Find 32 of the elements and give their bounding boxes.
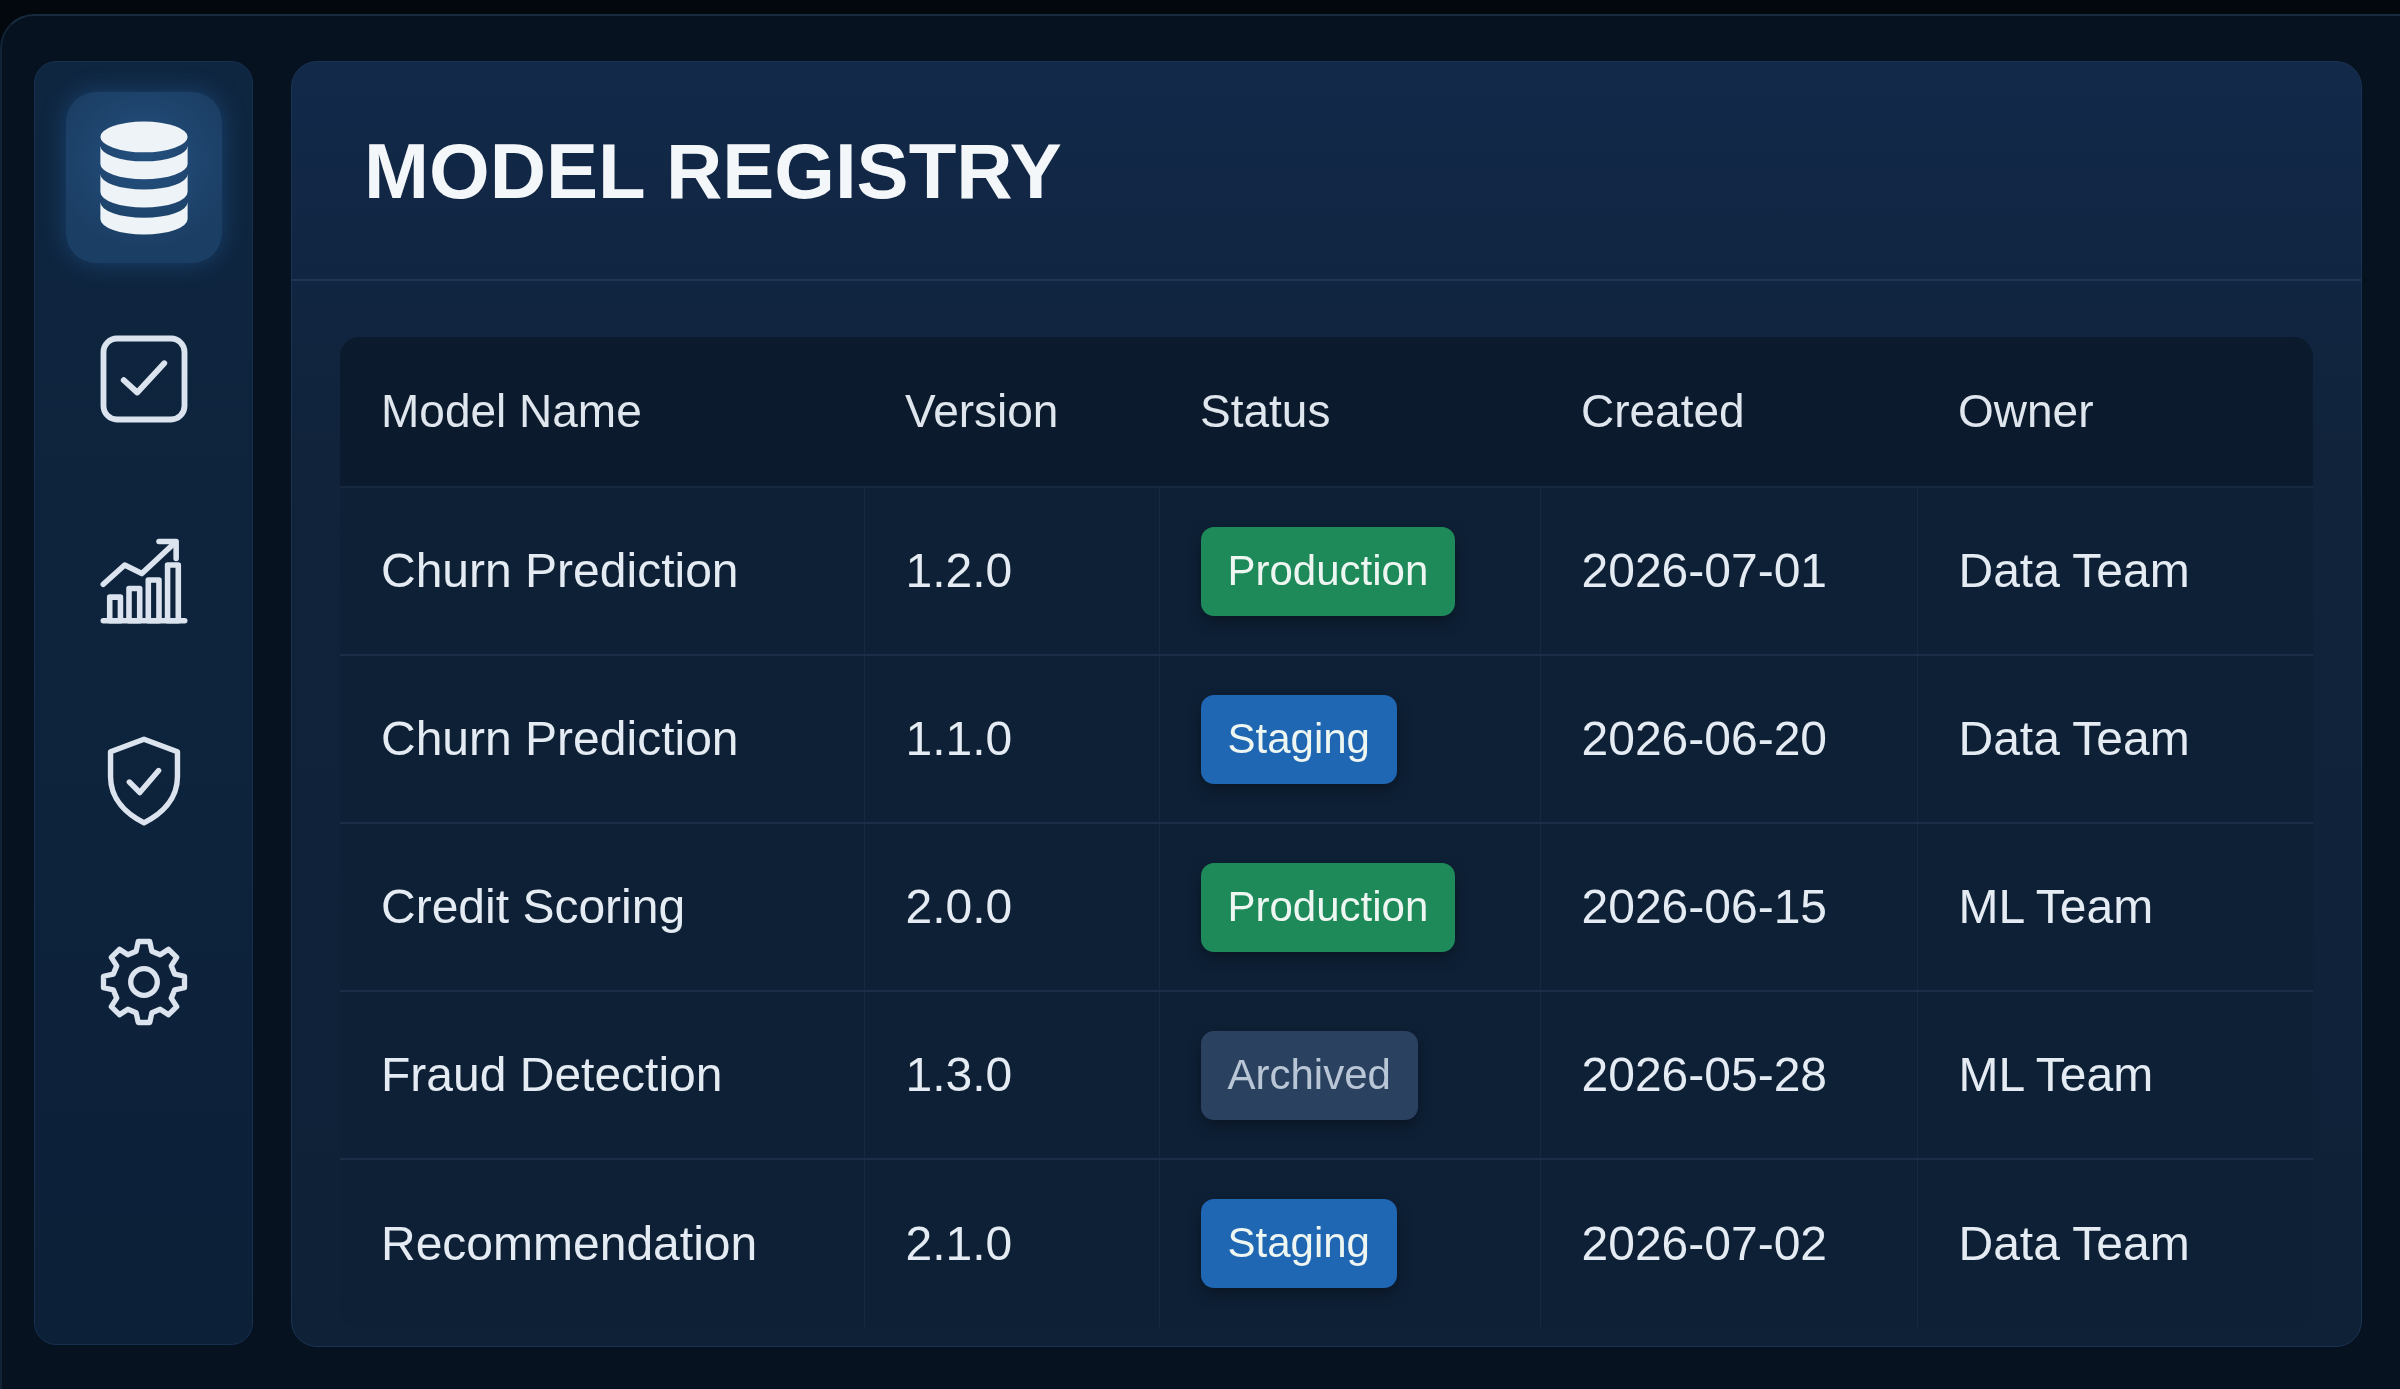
table-cell: 2.1.0 xyxy=(864,1159,1159,1327)
table-cell: 1.2.0 xyxy=(864,487,1159,655)
column-header: Model Name xyxy=(340,337,864,487)
table-cell: Data Team xyxy=(1917,487,2313,655)
table-cell: 2026-07-02 xyxy=(1540,1159,1917,1327)
column-header: Owner xyxy=(1917,337,2313,487)
table-cell: Churn Prediction xyxy=(340,655,864,823)
table-cell: Recommendation xyxy=(340,1159,864,1327)
table-cell: 2026-05-28 xyxy=(1540,991,1917,1159)
table-cell: 2026-06-15 xyxy=(1540,823,1917,991)
status-badge: Archived xyxy=(1200,1030,1418,1120)
page-title: MODEL REGISTRY xyxy=(364,131,1062,210)
table-cell: 1.3.0 xyxy=(864,991,1159,1159)
table-cell: 1.1.0 xyxy=(864,655,1159,823)
column-header: Status xyxy=(1159,337,1540,487)
status-badge: Staging xyxy=(1200,1199,1397,1288)
column-header: Created xyxy=(1540,337,1917,487)
status-badge: Staging xyxy=(1200,694,1397,784)
sidebar-nav-button[interactable] xyxy=(65,92,222,263)
table-cell: Credit Scoring xyxy=(340,823,864,991)
table-cell: 2026-07-01 xyxy=(1540,487,1917,655)
table-cell: 2.0.0 xyxy=(864,823,1159,991)
table-cell: Fraud Detection xyxy=(340,991,864,1159)
status-badge: Production xyxy=(1200,862,1456,952)
table-cell: ML Team xyxy=(1917,823,2313,991)
table-cell: ML Team xyxy=(1917,991,2313,1159)
table-cell: Data Team xyxy=(1917,655,2313,823)
status-badge: Production xyxy=(1200,526,1456,616)
table-cell: 2026-06-20 xyxy=(1540,655,1917,823)
table-cell: Data Team xyxy=(1917,1159,2313,1327)
table-cell: Churn Prediction xyxy=(340,487,864,655)
column-header: Version xyxy=(864,337,1159,487)
